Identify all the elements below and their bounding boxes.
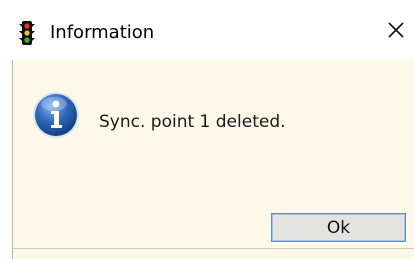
information-dialog: Information Sync. point 1 deleted. Ok (0, 0, 414, 259)
divider (13, 248, 414, 249)
traffic-light-icon (16, 20, 38, 46)
dialog-body: Sync. point 1 deleted. Ok (12, 60, 414, 259)
ok-button[interactable]: Ok (271, 213, 406, 242)
message-text: Sync. point 1 deleted. (99, 112, 286, 132)
window-title: Information (50, 22, 155, 43)
close-icon (387, 21, 405, 43)
info-icon (31, 90, 81, 140)
close-button[interactable] (382, 18, 410, 46)
title-bar: Information (0, 0, 414, 60)
